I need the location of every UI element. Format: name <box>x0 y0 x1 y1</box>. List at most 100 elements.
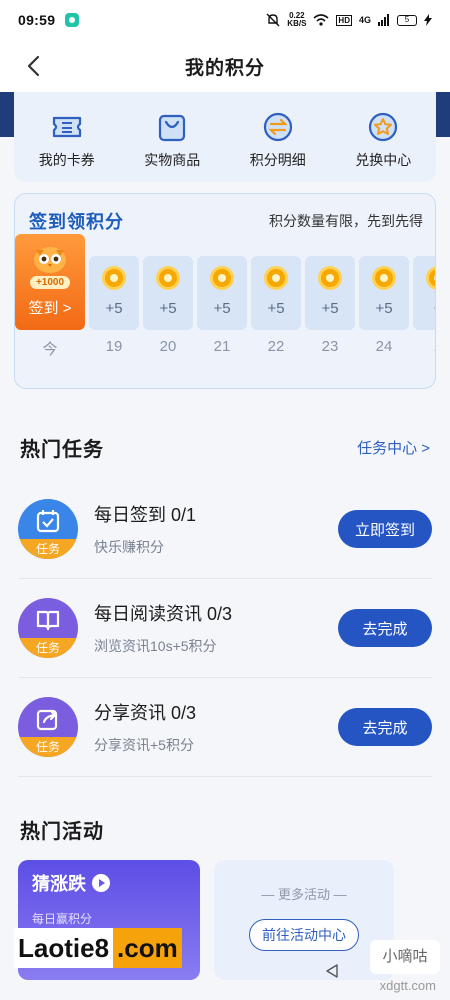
checkin-day: +5 23 <box>305 256 355 359</box>
day-points: +5 <box>159 300 177 317</box>
task-desc: 分享资讯+5积分 <box>94 737 194 753</box>
quick-nav-label: 兑换中心 <box>355 152 412 168</box>
network-speed: 0.22 KB/S <box>287 12 306 28</box>
day-label: 23 <box>321 338 339 355</box>
checkin-header: 签到领积分 积分数量有限，先到先得 <box>15 194 435 238</box>
quick-nav-details[interactable]: 积分明细 <box>230 110 326 170</box>
quick-nav-exchange[interactable]: 兑换中心 <box>335 110 431 170</box>
checkin-day: +5 20 <box>143 256 193 359</box>
more-activities-label: — 更多活动 — <box>261 887 347 902</box>
reading-go-button[interactable]: 去完成 <box>338 609 432 647</box>
checkin-action[interactable]: 签到 > <box>29 297 72 318</box>
checkin-day: +5 24 <box>359 256 409 359</box>
coin-icon <box>318 266 342 290</box>
system-back-icon[interactable] <box>325 964 339 978</box>
activity-center-button[interactable]: 前往活动中心 <box>249 919 359 951</box>
day-label: 2 <box>434 338 435 355</box>
speed-unit: KB/S <box>287 19 307 28</box>
checkin-note: 积分数量有限，先到先得 <box>269 213 423 229</box>
activity-card-more: — 更多活动 — 前往活动中心 <box>214 860 394 980</box>
watermark-text-accent: .com <box>113 928 182 968</box>
calendar-check-icon: 任务 <box>18 499 78 559</box>
task-name: 每日阅读资讯 0/3 <box>94 604 233 624</box>
hot-tasks-title: 热门任务 <box>20 439 104 461</box>
signal-icon <box>378 14 389 26</box>
checkin-day: +5 22 <box>251 256 301 359</box>
network-type: 4G <box>358 15 371 25</box>
quick-nav-label: 我的卡券 <box>38 152 95 168</box>
share-glyph <box>36 709 58 731</box>
day-points: +5 <box>321 300 339 317</box>
coin-icon <box>372 266 396 290</box>
share-go-button[interactable]: 去完成 <box>338 708 432 746</box>
page-title: 我的积分 <box>184 57 265 79</box>
day-card: +5 <box>197 256 247 330</box>
chat-app-icon <box>65 13 80 27</box>
day-card: +5 <box>143 256 193 330</box>
charging-icon <box>424 14 432 26</box>
owl-mascot-icon <box>34 247 66 273</box>
day-card: +5 <box>251 256 301 330</box>
task-badge: 任务 <box>18 638 78 658</box>
site-watermark: xdgtt.com <box>379 978 436 993</box>
task-body: 每日阅读资讯 0/3 浏览资讯10s+5积分 <box>94 600 338 656</box>
quick-nav-coupons[interactable]: 我的卡券 <box>19 110 115 170</box>
quick-nav-label: 积分明细 <box>249 152 306 168</box>
task-body: 每日签到 0/1 快乐赚积分 <box>94 501 338 557</box>
task-name: 每日签到 0/1 <box>94 505 197 525</box>
shopping-bag-icon <box>159 114 186 142</box>
activity-sub: 每日赢积分 <box>32 912 93 926</box>
quick-nav-label: 实物商品 <box>144 152 201 168</box>
mute-bell-icon <box>266 13 280 27</box>
day-points: +5 <box>213 300 231 317</box>
task-desc: 快乐赚积分 <box>94 539 164 555</box>
today-bonus: +1000 <box>29 276 71 289</box>
day-card: +5 <box>359 256 409 330</box>
day-label: 22 <box>267 338 285 355</box>
coin-icon <box>102 266 126 290</box>
coin-icon <box>156 266 180 290</box>
day-card: +5 <box>305 256 355 330</box>
day-points: +5 <box>267 300 285 317</box>
day-card: +5 <box>89 256 139 330</box>
day-label: 20 <box>159 338 177 355</box>
calendar-glyph <box>36 510 60 533</box>
day-label: 24 <box>375 338 393 355</box>
day-card: + <box>413 256 435 330</box>
checkin-today[interactable]: +1000 签到 > 今 <box>15 234 85 359</box>
checkin-title: 签到领积分 <box>29 212 124 232</box>
quick-nav-goods[interactable]: 实物商品 <box>124 110 220 170</box>
day-label: 19 <box>105 338 123 355</box>
task-center-link[interactable]: 任务中心 > <box>357 437 430 458</box>
task-row-reading: 任务 每日阅读资讯 0/3 浏览资讯10s+5积分 去完成 <box>18 579 432 678</box>
status-icons: 0.22 KB/S HD 4G 5 <box>266 12 432 28</box>
activity-name: 猜涨跌 <box>32 874 86 894</box>
task-row-checkin: 任务 每日签到 0/1 快乐赚积分 立即签到 <box>18 480 432 579</box>
checkin-day: +5 19 <box>89 256 139 359</box>
star-badge-icon <box>369 112 398 142</box>
activity-name-row: 猜涨跌 <box>32 870 186 896</box>
coin-icon <box>264 266 288 290</box>
checkin-day: +2 <box>413 256 435 359</box>
today-card[interactable]: +1000 签到 > <box>15 234 85 330</box>
play-icon <box>92 874 110 892</box>
checkin-now-button[interactable]: 立即签到 <box>338 510 432 548</box>
hot-activities-title: 热门活动 <box>20 821 104 843</box>
nav-bar: 我的积分 <box>0 40 450 92</box>
checkin-day: +5 21 <box>197 256 247 359</box>
clock: 09:59 <box>18 12 56 28</box>
coin-icon <box>426 266 435 290</box>
hd-badge: HD <box>336 14 352 26</box>
back-arrow-icon[interactable] <box>20 52 48 80</box>
day-label: 今 <box>42 341 58 358</box>
task-badge: 任务 <box>18 737 78 757</box>
watermark-text: Laotie8 <box>14 928 114 968</box>
battery-icon: 5 <box>397 14 417 26</box>
day-points: + <box>434 300 435 317</box>
checkin-panel: 签到领积分 积分数量有限，先到先得 +1000 签到 > 今 +5 19 +5 20… <box>14 193 436 389</box>
status-bar: 09:59 0.22 KB/S HD 4G 5 <box>0 0 450 40</box>
task-badge: 任务 <box>18 539 78 559</box>
quick-nav: 我的卡券 实物商品 积分明细 兑换中心 <box>14 92 436 182</box>
share-icon: 任务 <box>18 697 78 757</box>
day-points: +5 <box>375 300 393 317</box>
